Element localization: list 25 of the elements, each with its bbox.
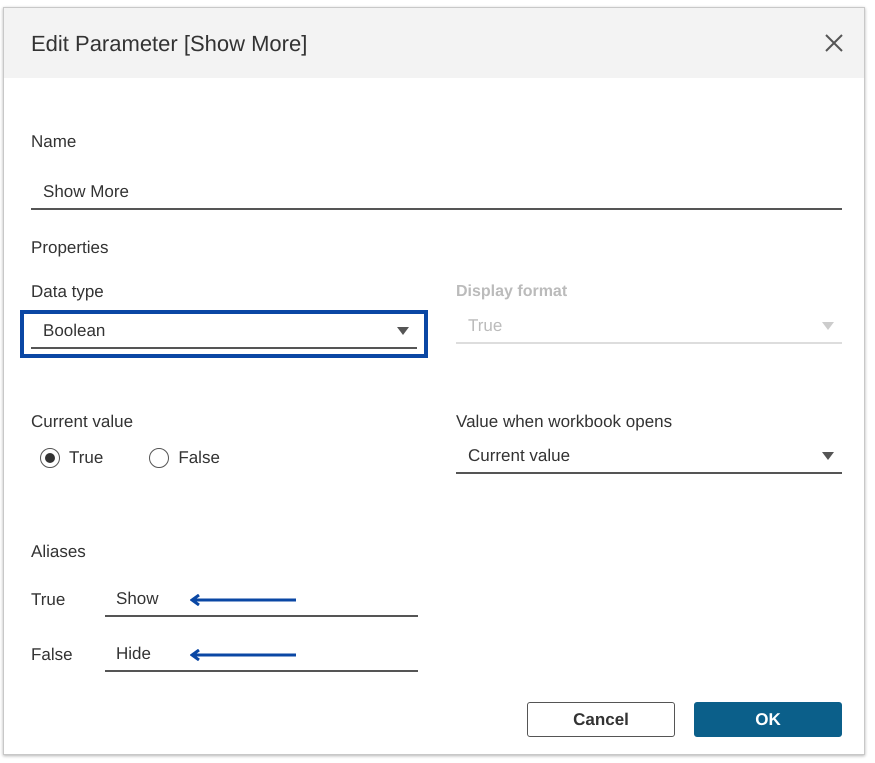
cancel-button[interactable]: Cancel — [527, 702, 675, 737]
alias-label: True — [31, 589, 66, 611]
field-label: Current value — [31, 411, 134, 433]
caret-icon — [397, 327, 409, 335]
field-label: Data type — [31, 281, 105, 303]
dialog-title: Edit Parameter [Show More] — [31, 30, 308, 58]
field-label: Name — [31, 131, 78, 153]
dropdown-field[interactable]: Boolean — [31, 315, 417, 349]
dropdown-field[interactable]: Current value — [456, 440, 842, 474]
text-field[interactable]: Hide — [105, 638, 418, 672]
radio-option[interactable]: False — [149, 445, 220, 470]
radio-option[interactable]: True — [40, 445, 104, 470]
section-heading: Aliases — [31, 541, 87, 563]
field-label: Value when workbook opens — [456, 411, 674, 433]
radio-button[interactable] — [149, 448, 170, 468]
text-field[interactable]: Show More — [31, 176, 842, 210]
text-field[interactable]: Show — [105, 583, 418, 617]
field-label: Display format — [456, 282, 568, 302]
alias-label: False — [31, 644, 74, 666]
close-icon — [825, 34, 843, 52]
ok-button[interactable]: OK — [694, 702, 842, 737]
caret-icon — [822, 322, 834, 330]
section-heading: Properties — [31, 237, 110, 259]
caret-icon — [822, 452, 834, 460]
radio-button[interactable] — [40, 448, 60, 468]
